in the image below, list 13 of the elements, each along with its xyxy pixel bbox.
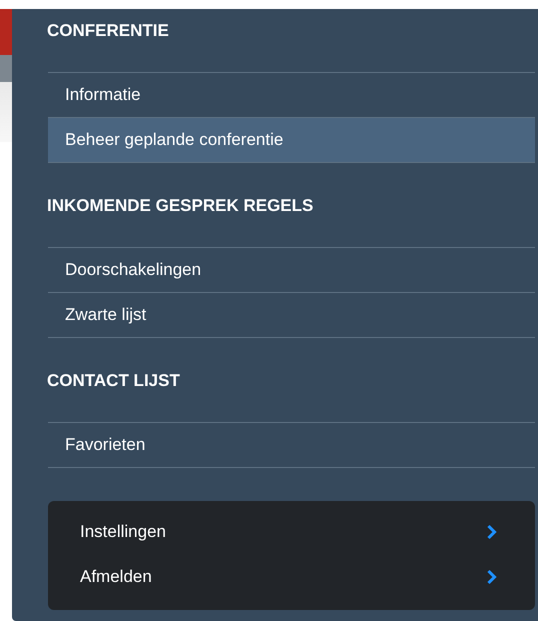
- section-heading: CONFERENTIE: [47, 21, 170, 41]
- toolbar-strip: [0, 55, 12, 82]
- chevron-right-icon: [486, 524, 497, 540]
- section-heading: CONTACT LIJST: [47, 371, 181, 391]
- header-bar: [0, 9, 12, 55]
- menu-item[interactable]: Beheer geplande conferentie: [48, 118, 535, 163]
- section-heading: INKOMENDE GESPREK REGELS: [47, 196, 314, 216]
- menu-item[interactable]: Doorschakelingen: [48, 248, 535, 293]
- menu-item[interactable]: Zwarte lijst: [48, 293, 535, 338]
- chevron-right-icon: [486, 568, 497, 584]
- menu-item[interactable]: Favorieten: [48, 423, 535, 468]
- footer-menu-item[interactable]: Instellingen: [48, 509, 535, 554]
- footer-menu-item[interactable]: Afmelden: [48, 554, 535, 599]
